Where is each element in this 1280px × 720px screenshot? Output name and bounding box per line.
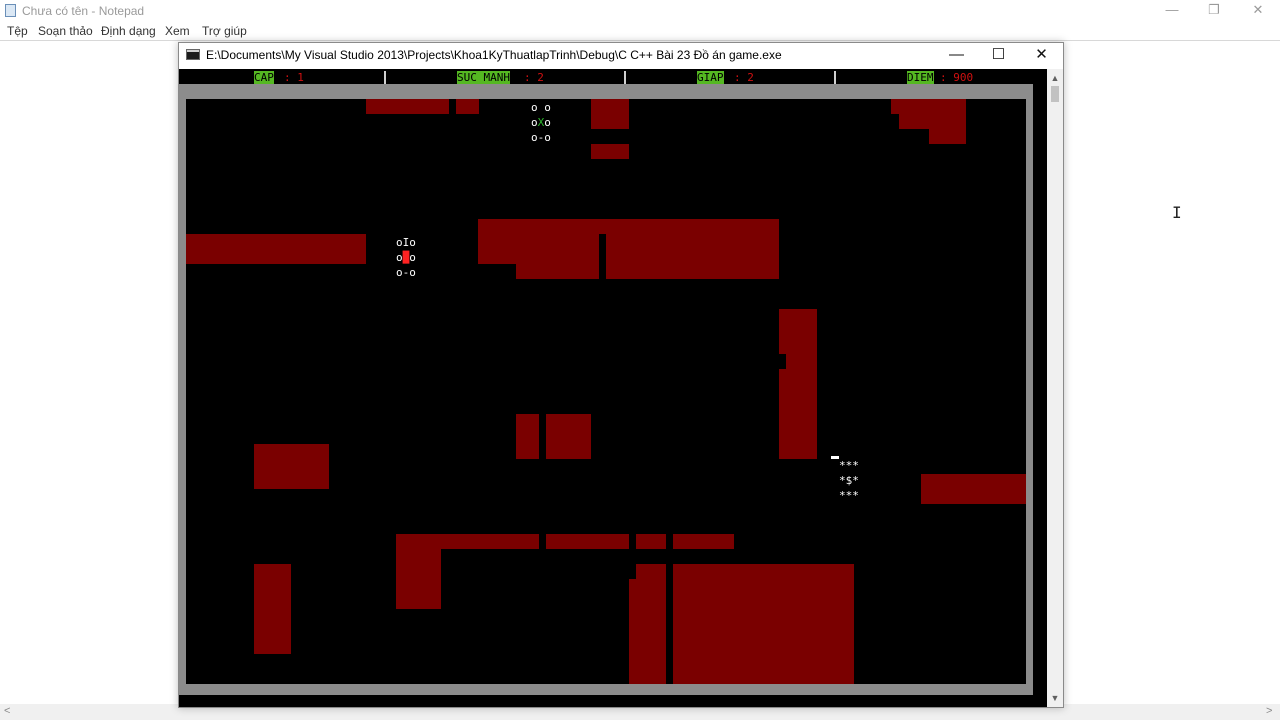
wall-block xyxy=(478,219,779,264)
wall-block xyxy=(891,99,966,114)
power-label: SUC MANH xyxy=(457,71,510,84)
notepad-titlebar: Chưa có tên - Notepad — ❐ ✕ xyxy=(0,0,1280,22)
wall-block xyxy=(516,264,599,279)
hud-divider xyxy=(384,71,386,84)
enemy-tank-left: oIo o█o o-o xyxy=(396,235,416,280)
console-vertical-scrollbar[interactable]: ▲ ▼ xyxy=(1047,69,1063,707)
wall-block xyxy=(456,99,479,114)
scroll-thumb[interactable] xyxy=(1051,86,1059,102)
hud-divider xyxy=(834,71,836,84)
notepad-app-icon xyxy=(5,4,16,17)
wall-block xyxy=(899,114,966,129)
wall-block xyxy=(591,99,629,129)
scroll-right-icon[interactable]: > xyxy=(1266,705,1272,717)
tank-row: oIo xyxy=(396,236,416,249)
notepad-close-button[interactable]: ✕ xyxy=(1236,0,1280,22)
wall-block xyxy=(673,534,734,549)
armor-value: : 2 xyxy=(734,71,754,84)
enemy-tank-top: o o oXo o-o xyxy=(531,100,551,145)
notepad-title: Chưa có tên - Notepad xyxy=(22,4,145,18)
score-label: DIEM xyxy=(907,71,934,84)
wall-block xyxy=(546,414,591,459)
console-maximize-button[interactable]: ☐ xyxy=(977,43,1020,67)
tank-row: oXo xyxy=(531,115,551,130)
notepad-minimize-button[interactable]: — xyxy=(1150,0,1194,22)
wall-block xyxy=(591,144,629,159)
wall-block xyxy=(673,564,854,684)
menu-help[interactable]: Trợ giúp xyxy=(202,24,247,38)
scroll-left-icon[interactable]: < xyxy=(4,705,10,717)
tank-row: *** xyxy=(839,459,859,472)
tank-row: *$* xyxy=(839,474,859,487)
tank-row: o█o xyxy=(396,250,416,265)
menu-file[interactable]: Tệp xyxy=(7,24,28,38)
tank-row: o-o xyxy=(531,131,551,144)
wall-block xyxy=(636,564,666,684)
text-cursor-icon: I xyxy=(1172,203,1182,222)
wall-block xyxy=(629,579,636,684)
game-field xyxy=(186,99,1026,684)
wall-block xyxy=(546,534,629,549)
wall-block xyxy=(396,534,539,549)
power-value: : 2 xyxy=(524,71,544,84)
score-value: : 900 xyxy=(940,71,974,84)
menu-format[interactable]: Định dạng xyxy=(101,24,156,38)
notepad-restore-button[interactable]: ❐ xyxy=(1192,0,1236,22)
tank-row: *** xyxy=(839,489,859,502)
tank-wheel: o xyxy=(396,251,403,264)
scroll-up-icon[interactable]: ▲ xyxy=(1047,71,1063,85)
wall-block xyxy=(254,564,291,654)
wall-block xyxy=(606,264,779,279)
armor-label: GIAP xyxy=(697,71,724,84)
tank-wheel: o xyxy=(409,251,416,264)
level-label: CAP xyxy=(254,71,274,84)
wall-block xyxy=(396,549,441,609)
hud-divider xyxy=(624,71,626,84)
player-tank: *** *$* *** xyxy=(839,458,859,503)
wall-block xyxy=(186,234,366,264)
bullet xyxy=(831,456,839,459)
console-close-button[interactable]: ✕ xyxy=(1020,43,1063,67)
wall-block xyxy=(366,99,449,114)
tank-wheel: o xyxy=(531,116,538,129)
wall-block xyxy=(254,444,329,489)
wall-gap xyxy=(779,354,786,369)
wall-block xyxy=(929,129,966,144)
menu-edit[interactable]: Soạn thảo xyxy=(38,24,93,38)
wall-block xyxy=(921,474,1026,504)
menu-view[interactable]: Xem xyxy=(165,24,190,38)
notepad-menubar: Tệp Soạn thảo Định dạng Xem Trợ giúp xyxy=(0,22,1280,40)
console-app-icon xyxy=(186,49,200,60)
tank-row: o-o xyxy=(396,266,416,279)
wall-block xyxy=(636,534,666,549)
wall-gap xyxy=(599,234,606,264)
wall-block xyxy=(516,414,539,459)
console-title: E:\Documents\My Visual Studio 2013\Proje… xyxy=(206,48,782,62)
console-minimize-button[interactable]: — xyxy=(935,43,978,67)
tank-wheel: o xyxy=(544,116,551,129)
scroll-down-icon[interactable]: ▼ xyxy=(1047,691,1063,705)
tank-row: o o xyxy=(531,101,551,114)
level-value: : 1 xyxy=(284,71,304,84)
wall-block xyxy=(779,309,817,459)
